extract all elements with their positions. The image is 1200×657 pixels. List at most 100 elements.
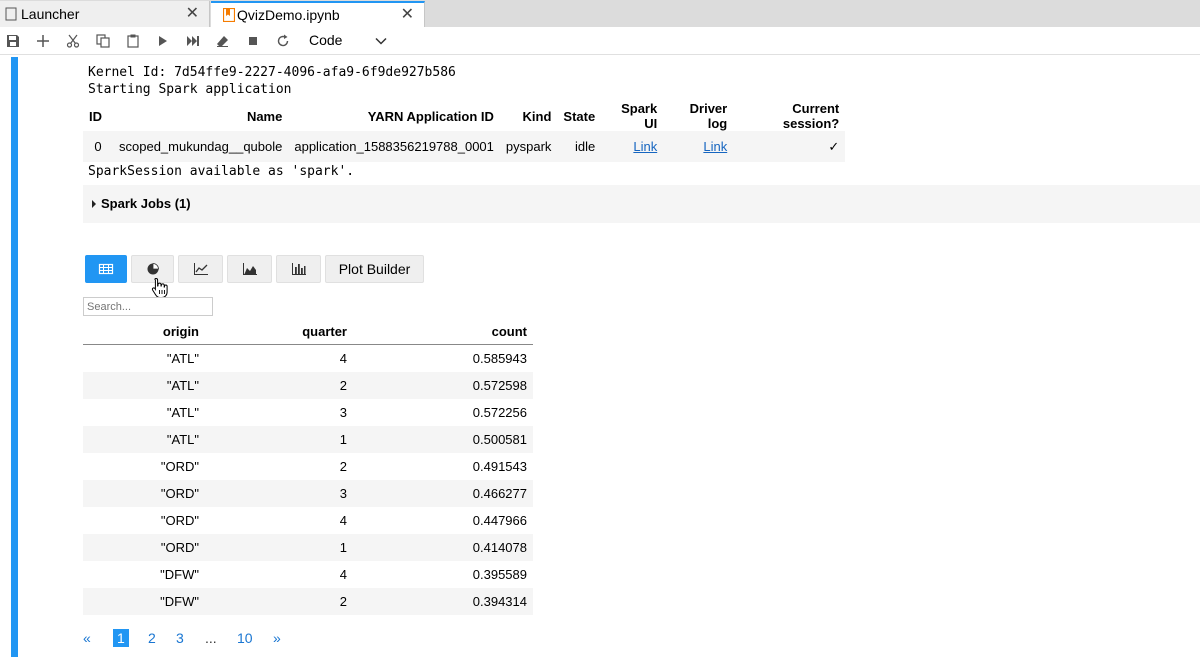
table-row: "ATL" 1 0.500581: [83, 426, 533, 453]
hand-cursor-icon: [151, 277, 168, 298]
cell-origin: "ATL": [83, 426, 205, 453]
area-chart-icon: [242, 263, 257, 275]
cell-quarter: 4: [339, 351, 347, 366]
cell-origin: "ORD": [160, 459, 199, 474]
cell-count: 0.585943: [472, 351, 527, 366]
cell-origin: "ORD": [83, 534, 205, 561]
driver-log-cell: Link: [663, 131, 734, 162]
active-cell-indicator: [11, 57, 18, 657]
pie-chart-icon: [147, 263, 159, 275]
bar-chart-button[interactable]: [276, 255, 321, 283]
spark-session-row: 0 scoped_mukundag__qubole application_15…: [83, 131, 846, 162]
copy-icon[interactable]: [94, 32, 112, 50]
spark-state: idle: [557, 131, 602, 162]
data-table-header: origin quarter count: [83, 319, 533, 345]
chevron-down-icon[interactable]: [374, 34, 388, 48]
pagination-next[interactable]: »: [273, 629, 281, 647]
run-icon[interactable]: [154, 32, 172, 50]
spark-ui-link[interactable]: Link: [633, 139, 657, 154]
table-row: "ATL" 4 0.585943: [83, 345, 533, 373]
column-header-quarter[interactable]: quarter: [205, 319, 353, 345]
cut-icon[interactable]: [64, 32, 82, 50]
plot-builder-button[interactable]: Plot Builder: [325, 255, 424, 283]
table-row: "ORD" 1 0.414078: [83, 534, 533, 561]
starting-spark-line: Starting Spark application: [88, 82, 292, 97]
pagination-page-2[interactable]: 2: [148, 629, 156, 647]
data-table: origin quarter count "ATL" 4 0.585943 "A…: [83, 319, 533, 615]
pagination-page-3[interactable]: 3: [176, 629, 184, 647]
bar-chart-icon: [291, 263, 306, 275]
pagination-page-1[interactable]: 1: [113, 629, 129, 647]
tab-launcher[interactable]: Launcher ✕: [0, 1, 210, 27]
cell-quarter: 4: [339, 567, 347, 582]
table-row: "ORD" 2 0.491543: [83, 453, 533, 480]
spark-jobs-toggle[interactable]: Spark Jobs (1): [83, 185, 1200, 223]
spark-header-id: ID: [89, 108, 102, 124]
cell-quarter: 1: [205, 426, 353, 453]
cell-origin: "ATL": [166, 405, 199, 420]
spark-header-app-id: YARN Application ID: [367, 108, 494, 124]
spark-header-name: Name: [246, 108, 283, 124]
spark-jobs-label: Spark Jobs (1): [101, 196, 191, 211]
cell-quarter: 1: [205, 534, 353, 561]
spark-session-line: SparkSession available as 'spark'.: [88, 164, 355, 179]
line-chart-icon: [193, 263, 208, 275]
close-icon[interactable]: ✕: [401, 3, 414, 27]
cell-origin: "ORD": [160, 513, 199, 528]
spark-header-kind: Kind: [522, 108, 552, 124]
cell-count: 0.447966: [472, 513, 527, 528]
spark-id: 0: [83, 131, 113, 162]
area-chart-button[interactable]: [227, 255, 272, 283]
current-session-check: ✓: [733, 131, 846, 162]
cell-quarter: 2: [205, 372, 353, 399]
add-icon[interactable]: [34, 32, 52, 50]
notebook-toolbar: Code: [0, 27, 1200, 55]
cell-count: 0.572598: [353, 372, 533, 399]
cell-quarter: 3: [205, 480, 353, 507]
cell-origin: "ORD": [83, 480, 205, 507]
cell-count: 0.414078: [353, 534, 533, 561]
spark-header-state: State: [563, 108, 596, 124]
column-header-count[interactable]: count: [353, 319, 533, 345]
restart-icon[interactable]: [274, 32, 292, 50]
cell-quarter: 3: [339, 405, 347, 420]
cell-count: 0.394314: [353, 588, 533, 615]
tab-qvizdemo[interactable]: QvizDemo.ipynb ✕: [211, 1, 425, 27]
stop-icon[interactable]: [244, 32, 262, 50]
cell-origin: "DFW": [160, 567, 199, 582]
close-icon[interactable]: ✕: [186, 1, 199, 27]
spark-header-spark-ui: Spark UI: [621, 101, 658, 131]
cell-count: 0.466277: [353, 480, 533, 507]
cell-count: 0.572256: [472, 405, 527, 420]
spark-name: scoped_mukundag__qubole: [113, 131, 289, 162]
table-row: "DFW" 4 0.395589: [83, 561, 533, 588]
spark-session-table: ID Name YARN Application ID Kind State S…: [83, 101, 846, 162]
spark-kind: pyspark: [499, 131, 558, 162]
fast-forward-icon[interactable]: [184, 32, 202, 50]
column-header-origin[interactable]: origin: [83, 319, 205, 345]
table-row: "ATL" 2 0.572598: [83, 372, 533, 399]
tab-launcher-label: Launcher: [21, 6, 80, 22]
table-view-button[interactable]: [85, 255, 127, 283]
cell-origin: "ATL": [166, 351, 199, 366]
kernel-id-line: Kernel Id: 7d54ffe9-2227-4096-afa9-6f9de…: [88, 65, 456, 80]
spark-app-id: application_1588356219788_0001: [288, 131, 500, 162]
cell-count: 0.500581: [353, 426, 533, 453]
tab-bar: Launcher ✕ QvizDemo.ipynb ✕: [0, 0, 1200, 27]
cell-quarter: 2: [205, 588, 353, 615]
cell-origin: "DFW": [83, 588, 205, 615]
save-icon[interactable]: [4, 32, 22, 50]
cell-quarter: 2: [339, 459, 347, 474]
pagination-page-last[interactable]: 10: [237, 629, 253, 647]
line-chart-button[interactable]: [178, 255, 223, 283]
paste-icon[interactable]: [124, 32, 142, 50]
driver-log-link[interactable]: Link: [703, 139, 727, 154]
cell-type-select[interactable]: Code: [309, 31, 342, 49]
table-row: "ORD" 3 0.466277: [83, 480, 533, 507]
search-input[interactable]: [83, 297, 213, 316]
caret-right-icon: [92, 200, 96, 208]
eraser-icon[interactable]: [214, 32, 232, 50]
pagination-prev[interactable]: «: [83, 629, 91, 647]
cell-count: 0.395589: [472, 567, 527, 582]
pagination-ellipsis: ...: [205, 630, 217, 646]
